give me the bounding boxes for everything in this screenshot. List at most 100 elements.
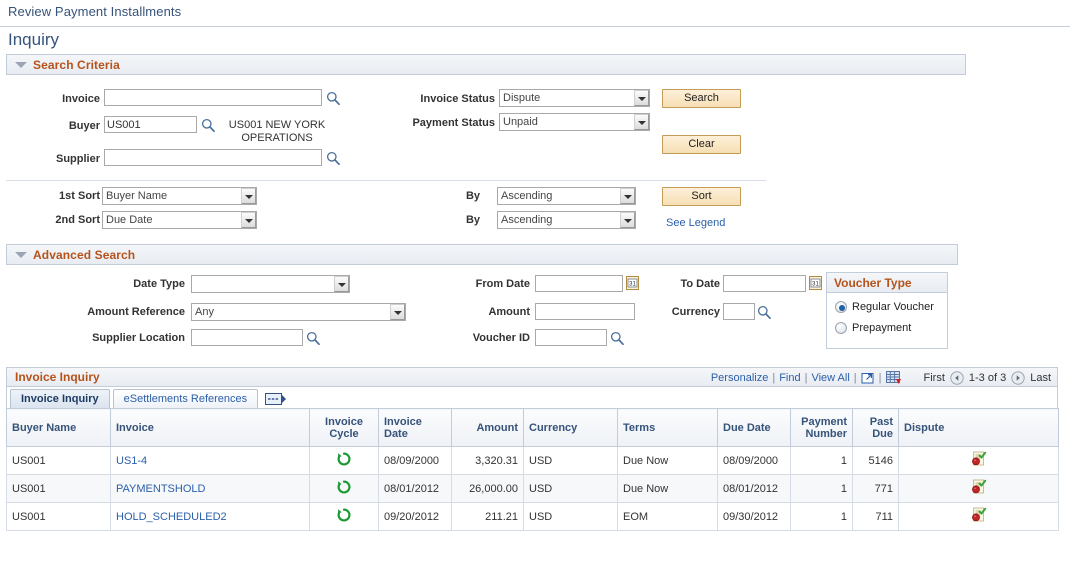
collapse-caret-icon[interactable]: [14, 58, 27, 71]
invoice-link[interactable]: US1-4: [116, 455, 147, 467]
by-label-2: By: [465, 214, 480, 226]
dispute-icon[interactable]: [971, 507, 987, 523]
search-button[interactable]: Search: [662, 89, 741, 108]
page-root: Review Payment Installments Inquiry Sear…: [0, 0, 1070, 563]
col-dispute[interactable]: Dispute: [898, 408, 1059, 447]
cell-dispute: [898, 474, 1059, 503]
amount-label: Amount: [488, 306, 530, 318]
from-date-input[interactable]: [535, 275, 623, 292]
dispute-icon[interactable]: [971, 451, 987, 467]
sort-button[interactable]: Sort: [662, 187, 741, 206]
col-past-due[interactable]: Past Due: [852, 408, 899, 447]
buyer-input[interactable]: [104, 116, 197, 133]
see-legend-link[interactable]: See Legend: [666, 217, 725, 229]
invoice-cycle-icon[interactable]: [337, 452, 351, 466]
cell-invoice-date: 08/01/2012: [378, 474, 452, 503]
amount-reference-select[interactable]: Any: [191, 303, 406, 321]
voucher-id-lookup-icon[interactable]: [610, 331, 624, 345]
dispute-icon[interactable]: [971, 479, 987, 495]
by-value-1: Ascending: [501, 190, 553, 202]
supplier-lookup-icon[interactable]: [326, 151, 340, 165]
cell-currency: USD: [523, 446, 618, 475]
invoice-link[interactable]: HOLD_SCHEDULED2: [116, 511, 227, 523]
radio-regular-voucher[interactable]: Regular Voucher: [827, 297, 947, 316]
cell-past-due: 5146: [852, 446, 899, 475]
cell-invoice: US1-4: [110, 446, 310, 475]
col-buyer-name[interactable]: Buyer Name: [6, 408, 111, 447]
col-invoice-cycle[interactable]: Invoice Cycle: [309, 408, 379, 447]
col-invoice[interactable]: Invoice: [110, 408, 310, 447]
svg-text:31: 31: [629, 282, 636, 288]
advanced-search-section-header[interactable]: Advanced Search: [6, 244, 958, 265]
collapse-caret-icon[interactable]: [14, 248, 27, 261]
payment-status-select[interactable]: Unpaid: [499, 113, 650, 131]
chevron-down-icon[interactable]: [390, 304, 405, 320]
voucher-type-title: Voucher Type: [827, 273, 947, 293]
radio-prepayment[interactable]: Prepayment: [827, 318, 947, 337]
calendar-icon[interactable]: 31: [809, 276, 822, 290]
currency-lookup-icon[interactable]: [757, 305, 771, 319]
next-page-icon[interactable]: [1011, 371, 1025, 385]
date-type-select[interactable]: [191, 275, 350, 293]
breadcrumb: Review Payment Installments: [8, 4, 182, 19]
chevron-down-icon[interactable]: [634, 90, 649, 106]
search-criteria-title: Search Criteria: [33, 57, 120, 72]
advanced-search-title: Advanced Search: [33, 247, 136, 262]
second-sort-select[interactable]: Due Date: [102, 211, 257, 229]
radio-regular-voucher-label: Regular Voucher: [852, 300, 934, 313]
clear-button[interactable]: Clear: [662, 135, 741, 154]
download-to-spreadsheet-icon[interactable]: [885, 371, 902, 385]
col-terms[interactable]: Terms: [617, 408, 718, 447]
last-page-label[interactable]: Last: [1030, 372, 1051, 384]
tab-invoice-inquiry[interactable]: Invoice Inquiry: [10, 389, 110, 408]
col-amount[interactable]: Amount: [451, 408, 524, 447]
cell-currency: USD: [523, 502, 618, 531]
sort-direction-select-1[interactable]: Ascending: [497, 187, 636, 205]
grid-title-bar: Invoice Inquiry Personalize | Find | Vie…: [6, 367, 1058, 387]
col-currency[interactable]: Currency: [523, 408, 618, 447]
calendar-icon[interactable]: 31: [626, 276, 639, 290]
personalize-link[interactable]: Personalize: [711, 372, 768, 384]
col-payment-number[interactable]: Payment Number: [790, 408, 853, 447]
voucher-id-input[interactable]: [535, 329, 607, 346]
first-page-label[interactable]: First: [924, 372, 945, 384]
invoice-table: Buyer Name Invoice Invoice Cycle Invoice…: [6, 408, 1059, 531]
chevron-down-icon[interactable]: [241, 212, 256, 228]
cell-amount: 211.21: [451, 502, 524, 531]
chevron-down-icon[interactable]: [634, 114, 649, 130]
chevron-down-icon[interactable]: [334, 276, 349, 292]
currency-input[interactable]: [723, 303, 755, 320]
cell-amount: 3,320.31: [451, 446, 524, 475]
view-all-link[interactable]: View All: [811, 372, 849, 384]
buyer-lookup-icon[interactable]: [201, 118, 215, 132]
supplier-location-lookup-icon[interactable]: [306, 331, 320, 345]
invoice-cycle-icon[interactable]: [337, 480, 351, 494]
chevron-down-icon[interactable]: [620, 188, 635, 204]
invoice-cycle-icon[interactable]: [337, 508, 351, 522]
supplier-location-input[interactable]: [191, 329, 303, 346]
tab-esettlements-references[interactable]: eSettlements References: [112, 389, 259, 408]
invoice-status-select[interactable]: Dispute: [499, 89, 650, 107]
amount-reference-label: Amount Reference: [87, 306, 185, 318]
show-next-tabs-icon[interactable]: [265, 392, 287, 406]
radio-regular-voucher-indicator[interactable]: [835, 300, 847, 313]
invoice-input[interactable]: [104, 89, 322, 106]
invoice-lookup-icon[interactable]: [326, 91, 340, 105]
search-criteria-section-header[interactable]: Search Criteria: [6, 54, 966, 75]
col-invoice-date[interactable]: Invoice Date: [378, 408, 452, 447]
page-title: Inquiry: [8, 30, 60, 49]
find-link[interactable]: Find: [779, 372, 800, 384]
radio-prepayment-indicator[interactable]: [835, 321, 847, 334]
chevron-down-icon[interactable]: [620, 212, 635, 228]
col-due-date[interactable]: Due Date: [717, 408, 791, 447]
supplier-input[interactable]: [104, 149, 322, 166]
previous-page-icon[interactable]: [950, 371, 964, 385]
sort-direction-select-2[interactable]: Ascending: [497, 211, 636, 229]
first-sort-select[interactable]: Buyer Name: [102, 187, 257, 205]
invoice-link[interactable]: PAYMENTSHOLD: [116, 483, 205, 495]
chevron-down-icon[interactable]: [241, 188, 256, 204]
to-date-input[interactable]: [723, 275, 806, 292]
expand-grid-icon[interactable]: [861, 371, 875, 385]
amount-input[interactable]: [535, 303, 635, 320]
grid-tab-row: Invoice Inquiry eSettlements References: [6, 387, 1058, 408]
